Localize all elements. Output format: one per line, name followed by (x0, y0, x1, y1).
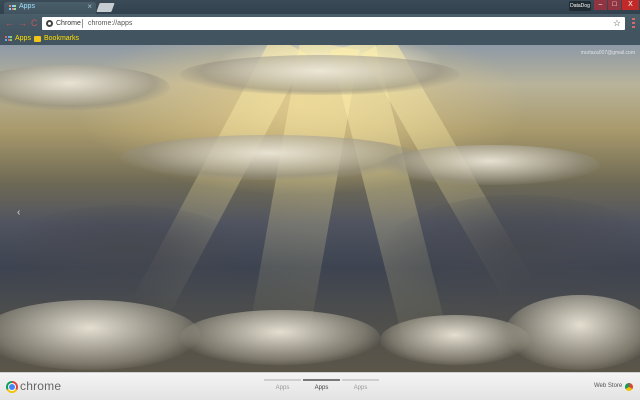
profile-button[interactable]: DataDog (569, 1, 591, 11)
star-icon[interactable]: ☆ (613, 17, 621, 30)
url-text[interactable]: chrome://apps (88, 18, 132, 29)
page-tab-active[interactable]: Apps (303, 379, 340, 397)
page-tab[interactable]: Apps (342, 379, 379, 397)
back-button[interactable]: ← (5, 18, 14, 28)
cloud (0, 65, 170, 110)
apps-grid-icon (5, 36, 12, 42)
tab-close-icon[interactable]: × (87, 2, 92, 11)
cloud (505, 295, 640, 370)
address-bar[interactable]: Chrome chrome://apps ☆ (42, 17, 625, 30)
cloud-shadow (0, 205, 250, 305)
folder-icon (34, 36, 41, 42)
address-separator (82, 19, 83, 28)
tab-strip: Apps × DataDog – □ X (0, 0, 640, 14)
forward-button[interactable]: → (18, 18, 27, 28)
web-store-link[interactable]: Web Store (594, 383, 622, 389)
apps-page-background: murtaza007@gmail.com ‹ (0, 45, 640, 372)
apps-footer: chrome Apps Apps Apps Web Store (0, 372, 640, 400)
bookmarks-bar: Apps Bookmarks (0, 33, 640, 45)
close-window-button[interactable]: X (622, 0, 639, 10)
tab-apps[interactable]: Apps × (4, 2, 96, 14)
cloud (0, 300, 200, 370)
page-tab[interactable]: Apps (264, 379, 301, 397)
minimize-button[interactable]: – (594, 0, 607, 10)
bookmark-folder[interactable]: Bookmarks (34, 33, 79, 45)
tab-title: Apps (19, 3, 35, 10)
apps-grid-icon (9, 5, 16, 11)
page-switcher: Apps Apps Apps (264, 379, 381, 397)
toolbar: ← → C Chrome chrome://apps ☆ (0, 14, 640, 33)
bookmark-label: Bookmarks (44, 35, 80, 42)
maximize-button[interactable]: □ (608, 0, 621, 10)
cloud (180, 55, 460, 95)
cloud (120, 135, 420, 180)
reload-button[interactable]: C (31, 18, 38, 28)
previous-page-icon[interactable]: ‹ (17, 207, 20, 218)
site-chip: Chrome (56, 20, 81, 27)
web-store-icon[interactable] (625, 383, 633, 391)
browser-window: Apps × DataDog – □ X ← → C Chrome chrome… (0, 0, 640, 400)
chrome-wordmark: chrome (20, 379, 62, 393)
new-tab-button[interactable] (96, 3, 115, 12)
bookmark-label: Apps (15, 35, 31, 42)
cloud (380, 145, 600, 185)
menu-icon[interactable] (630, 17, 636, 29)
bookmark-apps[interactable]: Apps (5, 33, 31, 45)
chrome-logo-icon (6, 381, 18, 393)
signed-in-user[interactable]: murtaza007@gmail.com (581, 50, 635, 56)
chrome-page-icon (46, 20, 53, 27)
cloud (180, 310, 380, 365)
